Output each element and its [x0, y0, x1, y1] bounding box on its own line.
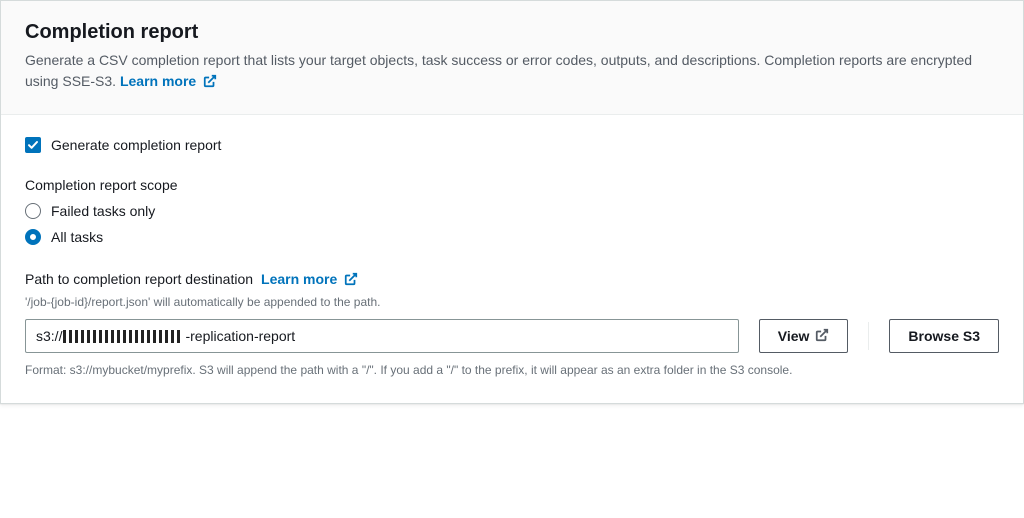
- path-learn-more-text: Learn more: [261, 271, 337, 287]
- scope-label: Completion report scope: [25, 177, 999, 193]
- scope-radio-group: Failed tasks only All tasks: [25, 203, 999, 245]
- panel-body: Generate completion report Completion re…: [1, 115, 1023, 403]
- generate-report-checkbox[interactable]: [25, 137, 41, 153]
- path-value-prefix: s3://: [36, 328, 62, 344]
- scope-option-all[interactable]: All tasks: [25, 229, 999, 245]
- external-link-icon: [344, 272, 358, 289]
- vertical-divider: [868, 322, 869, 350]
- learn-more-link[interactable]: Learn more: [120, 73, 217, 89]
- scope-option-failed[interactable]: Failed tasks only: [25, 203, 999, 219]
- view-button-label: View: [778, 328, 810, 344]
- radio-label-failed: Failed tasks only: [51, 203, 155, 219]
- generate-report-checkbox-row[interactable]: Generate completion report: [25, 137, 999, 153]
- completion-report-panel: Completion report Generate a CSV complet…: [0, 0, 1024, 404]
- panel-title: Completion report: [25, 21, 999, 44]
- generate-report-label: Generate completion report: [51, 137, 221, 153]
- path-value-redacted: [63, 330, 183, 343]
- external-link-icon: [815, 328, 829, 345]
- browse-s3-button[interactable]: Browse S3: [889, 319, 999, 353]
- checkmark-icon: [27, 139, 39, 151]
- radio-icon[interactable]: [25, 229, 41, 245]
- path-input-row: s3:// -replication-report View Browse S3: [25, 319, 999, 353]
- panel-description: Generate a CSV completion report that li…: [25, 50, 999, 94]
- learn-more-text: Learn more: [120, 73, 196, 89]
- path-label: Path to completion report destination: [25, 271, 253, 287]
- path-header: Path to completion report destination Le…: [25, 271, 999, 289]
- view-button[interactable]: View: [759, 319, 849, 353]
- path-append-note: '/job-{job-id}/report.json' will automat…: [25, 293, 999, 311]
- path-format-note: Format: s3://mybucket/myprefix. S3 will …: [25, 361, 999, 379]
- path-learn-more-link[interactable]: Learn more: [261, 271, 358, 289]
- panel-header: Completion report Generate a CSV complet…: [1, 1, 1023, 115]
- radio-icon[interactable]: [25, 203, 41, 219]
- path-value-suffix: -replication-report: [185, 328, 295, 344]
- radio-label-all: All tasks: [51, 229, 103, 245]
- external-link-icon: [203, 73, 217, 94]
- browse-s3-button-label: Browse S3: [908, 328, 980, 344]
- path-input[interactable]: s3:// -replication-report: [25, 319, 739, 353]
